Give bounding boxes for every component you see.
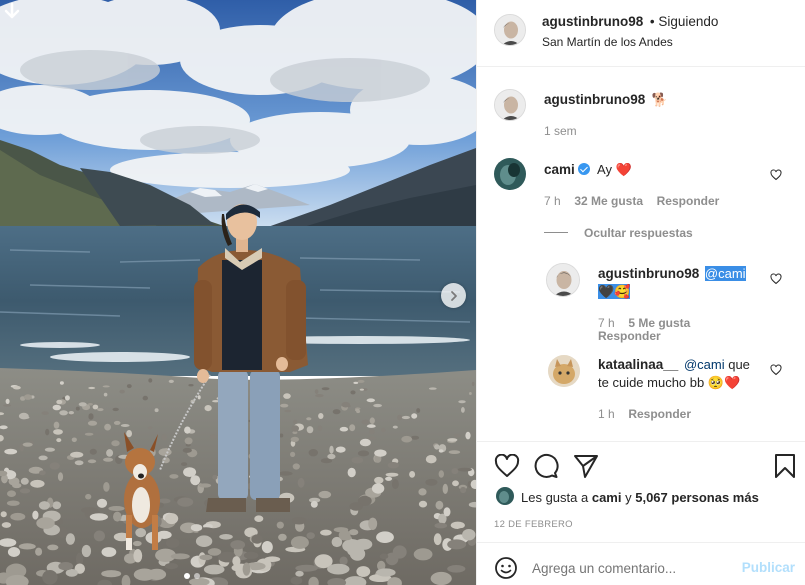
author-avatar[interactable] (494, 14, 526, 46)
post-sidebar: agustinbruno98 • Siguiendo San Martín de… (476, 0, 805, 585)
comment-text: Ay (597, 162, 612, 177)
commenter-avatar[interactable] (494, 158, 526, 190)
comment-bubble-icon[interactable] (533, 453, 559, 479)
likes-prefix: Les gusta a (521, 490, 589, 505)
carousel-indicator (184, 573, 200, 579)
post-location[interactable]: San Martín de los Andes (542, 35, 673, 49)
like-heart-icon[interactable] (494, 454, 520, 478)
publish-button[interactable]: Publicar (742, 560, 795, 575)
follow-status[interactable]: • Siguiendo (650, 14, 719, 29)
chevron-right-icon (450, 290, 457, 301)
carousel-next-button[interactable] (441, 283, 466, 308)
reply-likes[interactable]: 5 Me gusta (628, 316, 690, 330)
comment-emoji: ❤️ (615, 162, 632, 177)
reply-text: que (728, 357, 750, 372)
verified-badge-icon (578, 163, 591, 175)
hide-replies-divider (544, 232, 568, 233)
reply-reply-button[interactable]: Responder (628, 407, 691, 421)
carousel-dot (184, 573, 190, 579)
comment-likes[interactable]: 32 Me gusta (574, 194, 643, 208)
liker-avatar[interactable] (496, 487, 514, 505)
author-username[interactable]: agustinbruno98 (542, 14, 643, 29)
comment-username[interactable]: cami (544, 162, 575, 177)
paper-plane-icon[interactable] (573, 453, 599, 479)
reply-avatar[interactable] (546, 263, 580, 297)
bookmark-icon[interactable] (774, 453, 796, 479)
likes-others-link[interactable]: 5,067 personas más (635, 490, 759, 505)
comment-time[interactable]: 7 h (544, 194, 561, 208)
reply-mention[interactable]: @cami (684, 357, 725, 372)
comment-reply-button[interactable]: Responder (657, 194, 720, 208)
smiley-icon[interactable] (494, 556, 518, 580)
hide-replies-button[interactable]: Ocultar respuestas (584, 226, 693, 240)
carousel-dot (194, 573, 200, 579)
download-icon[interactable] (2, 2, 22, 22)
caption-time[interactable]: 1 sem (544, 124, 577, 138)
reply-text: te cuide mucho bb (598, 375, 705, 390)
post-photo[interactable] (0, 0, 476, 585)
comment-like-heart-icon[interactable] (770, 169, 782, 181)
reply-username[interactable]: agustinbruno98 (598, 266, 699, 281)
likes-first-user[interactable]: cami (592, 490, 622, 505)
caption-avatar[interactable] (494, 89, 526, 121)
reply-reply-button[interactable]: Responder (598, 329, 661, 343)
reply-emoji: 🥺❤️ (707, 375, 741, 390)
reply-mention[interactable]: @cami (704, 266, 746, 281)
reply-username[interactable]: kataalinaa__ (598, 357, 678, 372)
reply-time[interactable]: 1 h (598, 407, 615, 421)
reply-time[interactable]: 7 h (598, 316, 615, 330)
caption-username[interactable]: agustinbruno98 (544, 92, 645, 107)
reply-emoji: 🖤🥰 (598, 284, 631, 299)
comment-input[interactable] (532, 556, 732, 580)
reply-like-heart-icon[interactable] (770, 364, 782, 376)
lake-photo-image (0, 0, 476, 585)
reply-like-heart-icon[interactable] (770, 273, 782, 285)
caption-text: 🐕 (651, 92, 669, 107)
post-header: agustinbruno98 • Siguiendo San Martín de… (477, 0, 805, 67)
reply-avatar[interactable] (548, 355, 580, 387)
post-date[interactable]: 12 DE FEBRERO (494, 519, 573, 530)
likes-conjunction: y (625, 490, 632, 505)
